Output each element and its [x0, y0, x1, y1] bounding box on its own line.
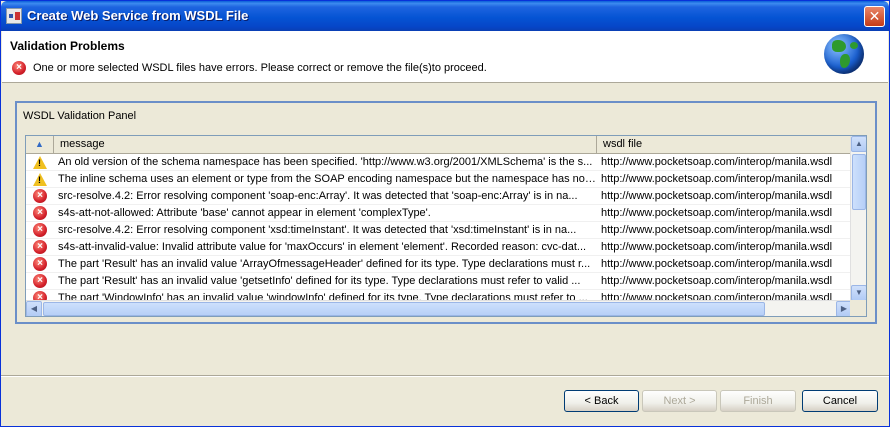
- error-icon: ×: [12, 61, 26, 75]
- finish-button[interactable]: Finish: [720, 390, 796, 412]
- globe-icon: [824, 34, 864, 74]
- table-row[interactable]: The inline schema uses an element or typ…: [26, 171, 852, 188]
- next-button[interactable]: Next >: [642, 390, 717, 412]
- row-message: The inline schema uses an element or typ…: [58, 173, 597, 185]
- validation-table[interactable]: ▲ message wsdl file An old version of th…: [25, 135, 867, 317]
- error-icon: ×: [26, 257, 54, 271]
- table-row[interactable]: × The part 'Result' has an invalid value …: [26, 273, 852, 290]
- row-message: s4s-att-not-allowed: Attribute 'base' ca…: [58, 207, 431, 219]
- error-icon: ×: [26, 223, 54, 237]
- horizontal-scrollbar[interactable]: ◀ ▶: [26, 300, 852, 316]
- row-message: The part 'Result' has an invalid value '…: [58, 275, 581, 287]
- title-bar[interactable]: Create Web Service from WSDL File ✕: [1, 1, 889, 31]
- table-row[interactable]: × src-resolve.4.2: Error resolving compon…: [26, 222, 852, 239]
- panel-label: WSDL Validation Panel: [23, 110, 137, 122]
- button-separator: [1, 375, 889, 377]
- dialog-window: Create Web Service from WSDL File ✕ Vali…: [0, 0, 890, 427]
- validation-panel: WSDL Validation Panel ▲ message wsdl fil…: [15, 101, 877, 324]
- vertical-scroll-thumb[interactable]: [852, 154, 866, 210]
- table-row[interactable]: × s4s-att-invalid-value: Invalid attribut…: [26, 239, 852, 256]
- error-icon: ×: [26, 240, 54, 254]
- sort-column-header[interactable]: ▲: [26, 136, 54, 154]
- error-icon: ×: [26, 206, 54, 220]
- cancel-button[interactable]: Cancel: [802, 390, 878, 412]
- row-message: src-resolve.4.2: Error resolving compone…: [58, 224, 577, 236]
- table-row[interactable]: × src-resolve.4.2: Error resolving compon…: [26, 188, 852, 205]
- row-wsdl-file: http://www.pocketsoap.com/interop/manila…: [601, 207, 833, 219]
- back-button[interactable]: < Back: [564, 390, 639, 412]
- scroll-left-button[interactable]: ◀: [26, 301, 42, 316]
- window-title: Create Web Service from WSDL File: [27, 8, 249, 23]
- horizontal-scroll-thumb[interactable]: [43, 302, 765, 316]
- scrollbar-corner: [850, 300, 866, 316]
- table-rows: An old version of the schema namespace h…: [26, 154, 852, 302]
- row-wsdl-file: http://www.pocketsoap.com/interop/manila…: [601, 173, 833, 185]
- error-icon: ×: [26, 189, 54, 203]
- table-row[interactable]: An old version of the schema namespace h…: [26, 154, 852, 171]
- row-wsdl-file: http://www.pocketsoap.com/interop/manila…: [601, 275, 833, 287]
- warning-icon: [26, 155, 54, 169]
- message-column-header[interactable]: message: [54, 136, 597, 154]
- row-message: s4s-att-invalid-value: Invalid attribute…: [58, 241, 587, 253]
- row-wsdl-file: http://www.pocketsoap.com/interop/manila…: [601, 156, 833, 168]
- error-icon: ×: [26, 274, 54, 288]
- row-message: The part 'Result' has an invalid value '…: [58, 258, 591, 270]
- app-icon: [6, 8, 22, 24]
- wsdl-file-column-header[interactable]: wsdl file: [597, 136, 852, 154]
- table-row[interactable]: × The part 'Result' has an invalid value …: [26, 256, 852, 273]
- wizard-header: Validation Problems × One or more select…: [2, 31, 888, 83]
- header-message-text: One or more selected WSDL files have err…: [33, 62, 487, 74]
- row-message: An old version of the schema namespace h…: [58, 156, 593, 168]
- page-title: Validation Problems: [10, 39, 125, 53]
- row-wsdl-file: http://www.pocketsoap.com/interop/manila…: [601, 224, 833, 236]
- scroll-down-button[interactable]: ▼: [851, 285, 866, 301]
- table-header: ▲ message wsdl file: [26, 136, 852, 154]
- warning-icon: [26, 172, 54, 186]
- row-wsdl-file: http://www.pocketsoap.com/interop/manila…: [601, 241, 833, 253]
- table-row[interactable]: × s4s-att-not-allowed: Attribute 'base' c…: [26, 205, 852, 222]
- row-wsdl-file: http://www.pocketsoap.com/interop/manila…: [601, 258, 833, 270]
- close-button[interactable]: ✕: [864, 6, 885, 27]
- vertical-scrollbar[interactable]: ▲ ▼: [850, 136, 866, 301]
- row-message: src-resolve.4.2: Error resolving compone…: [58, 190, 578, 202]
- header-message: × One or more selected WSDL files have e…: [12, 61, 487, 75]
- scroll-up-button[interactable]: ▲: [851, 136, 866, 152]
- row-wsdl-file: http://www.pocketsoap.com/interop/manila…: [601, 190, 833, 202]
